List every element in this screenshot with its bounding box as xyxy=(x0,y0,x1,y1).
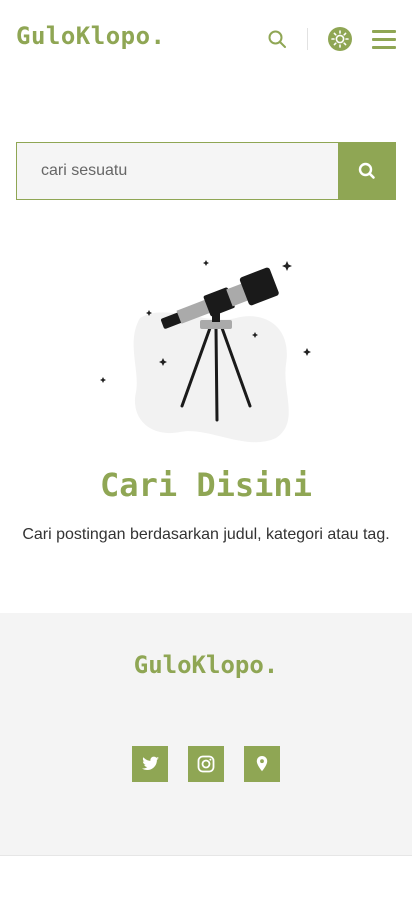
theme-toggle-button[interactable] xyxy=(328,27,352,51)
header-divider xyxy=(307,28,308,50)
search-icon xyxy=(268,30,286,48)
twitter-link[interactable] xyxy=(132,746,168,782)
page-heading: Cari Disini xyxy=(100,466,312,504)
location-link[interactable] xyxy=(244,746,280,782)
menu-button[interactable] xyxy=(372,29,396,49)
location-pin-icon xyxy=(256,756,268,772)
footer-logo[interactable]: GuloKlopo. xyxy=(0,651,412,679)
page-description: Cari postingan berdasarkan judul, katego… xyxy=(22,526,390,543)
twitter-icon xyxy=(142,756,159,770)
site-header: GuloKlopo. xyxy=(0,0,412,78)
instagram-icon xyxy=(197,755,215,773)
telescope-illustration xyxy=(96,252,320,452)
search-form xyxy=(16,142,396,200)
site-logo[interactable]: GuloKlopo. xyxy=(16,22,166,50)
search-input[interactable] xyxy=(16,142,338,200)
search-icon xyxy=(358,162,375,179)
menu-line-3 xyxy=(372,46,396,49)
instagram-link[interactable] xyxy=(188,746,224,782)
menu-line-2 xyxy=(372,38,396,41)
sun-icon xyxy=(331,30,349,48)
header-search-button[interactable] xyxy=(266,28,288,50)
hamburger-menu-icon xyxy=(372,30,396,33)
site-footer: GuloKlopo. xyxy=(0,613,412,856)
search-submit-button[interactable] xyxy=(338,142,396,200)
